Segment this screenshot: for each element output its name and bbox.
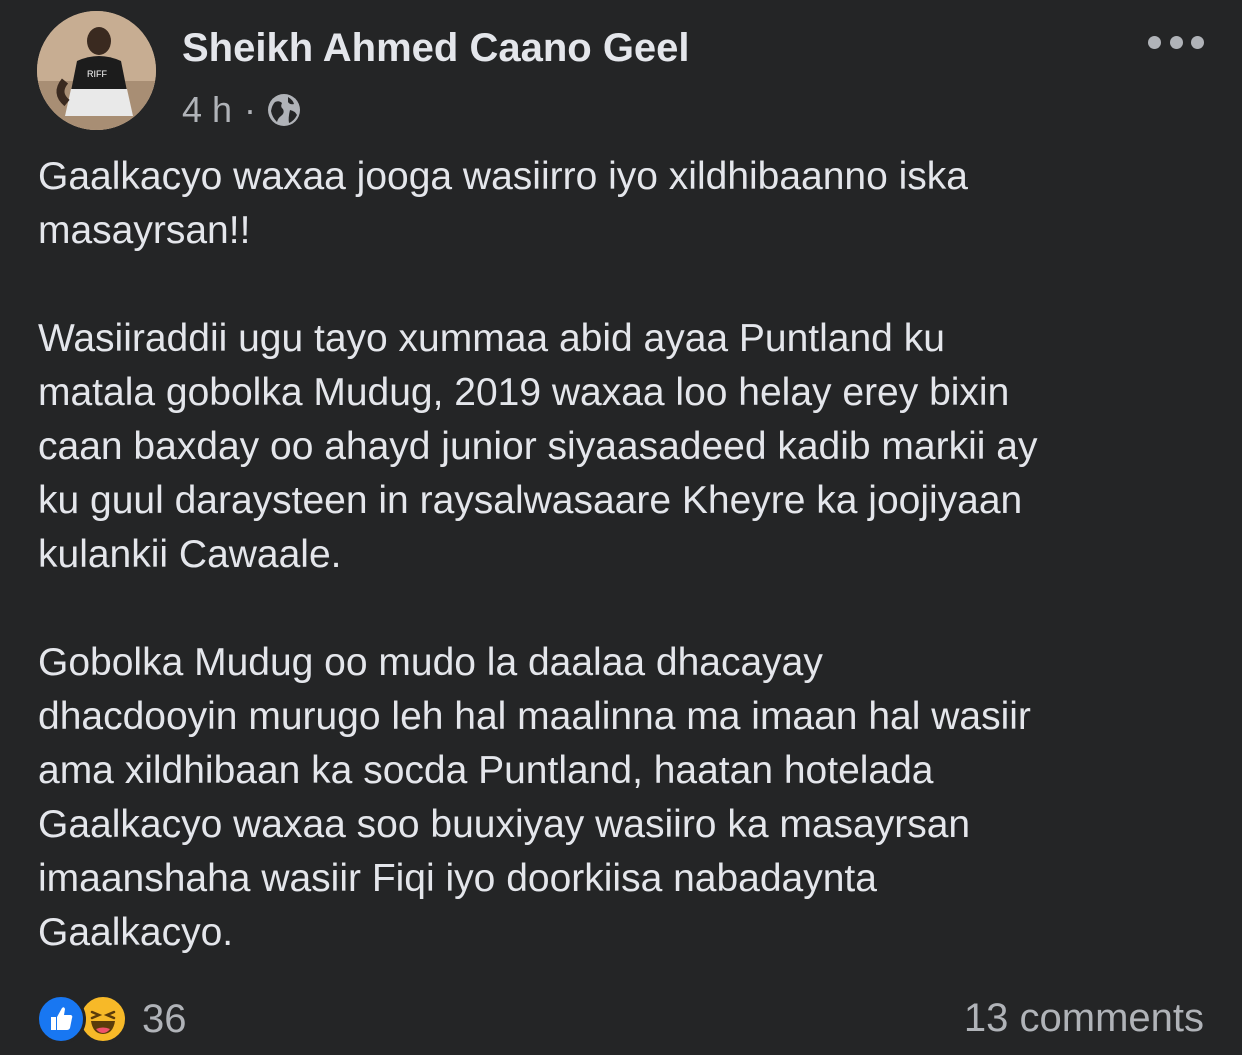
post-timestamp[interactable]: 4 h [182, 89, 232, 131]
avatar-image: RIFF [37, 11, 156, 130]
avatar[interactable]: RIFF [37, 11, 156, 130]
more-options-icon[interactable] [1148, 30, 1204, 54]
post-meta: 4 h · [182, 88, 302, 132]
reaction-count: 36 [142, 996, 187, 1041]
svg-text:RIFF: RIFF [87, 69, 107, 79]
post-body: Gaalkacyo waxaa jooga wasiirro iyo xildh… [38, 155, 1038, 954]
globe-icon[interactable] [266, 92, 302, 128]
meta-separator: · [244, 89, 257, 130]
post-card: RIFF Sheikh Ahmed Caano Geel 4 h · Gaalk… [0, 0, 1242, 1055]
like-icon [36, 994, 86, 1044]
reactions-summary[interactable]: 36 [36, 994, 187, 1044]
comments-count-link[interactable]: 13 comments [964, 996, 1204, 1041]
author-name[interactable]: Sheikh Ahmed Caano Geel [182, 26, 690, 71]
